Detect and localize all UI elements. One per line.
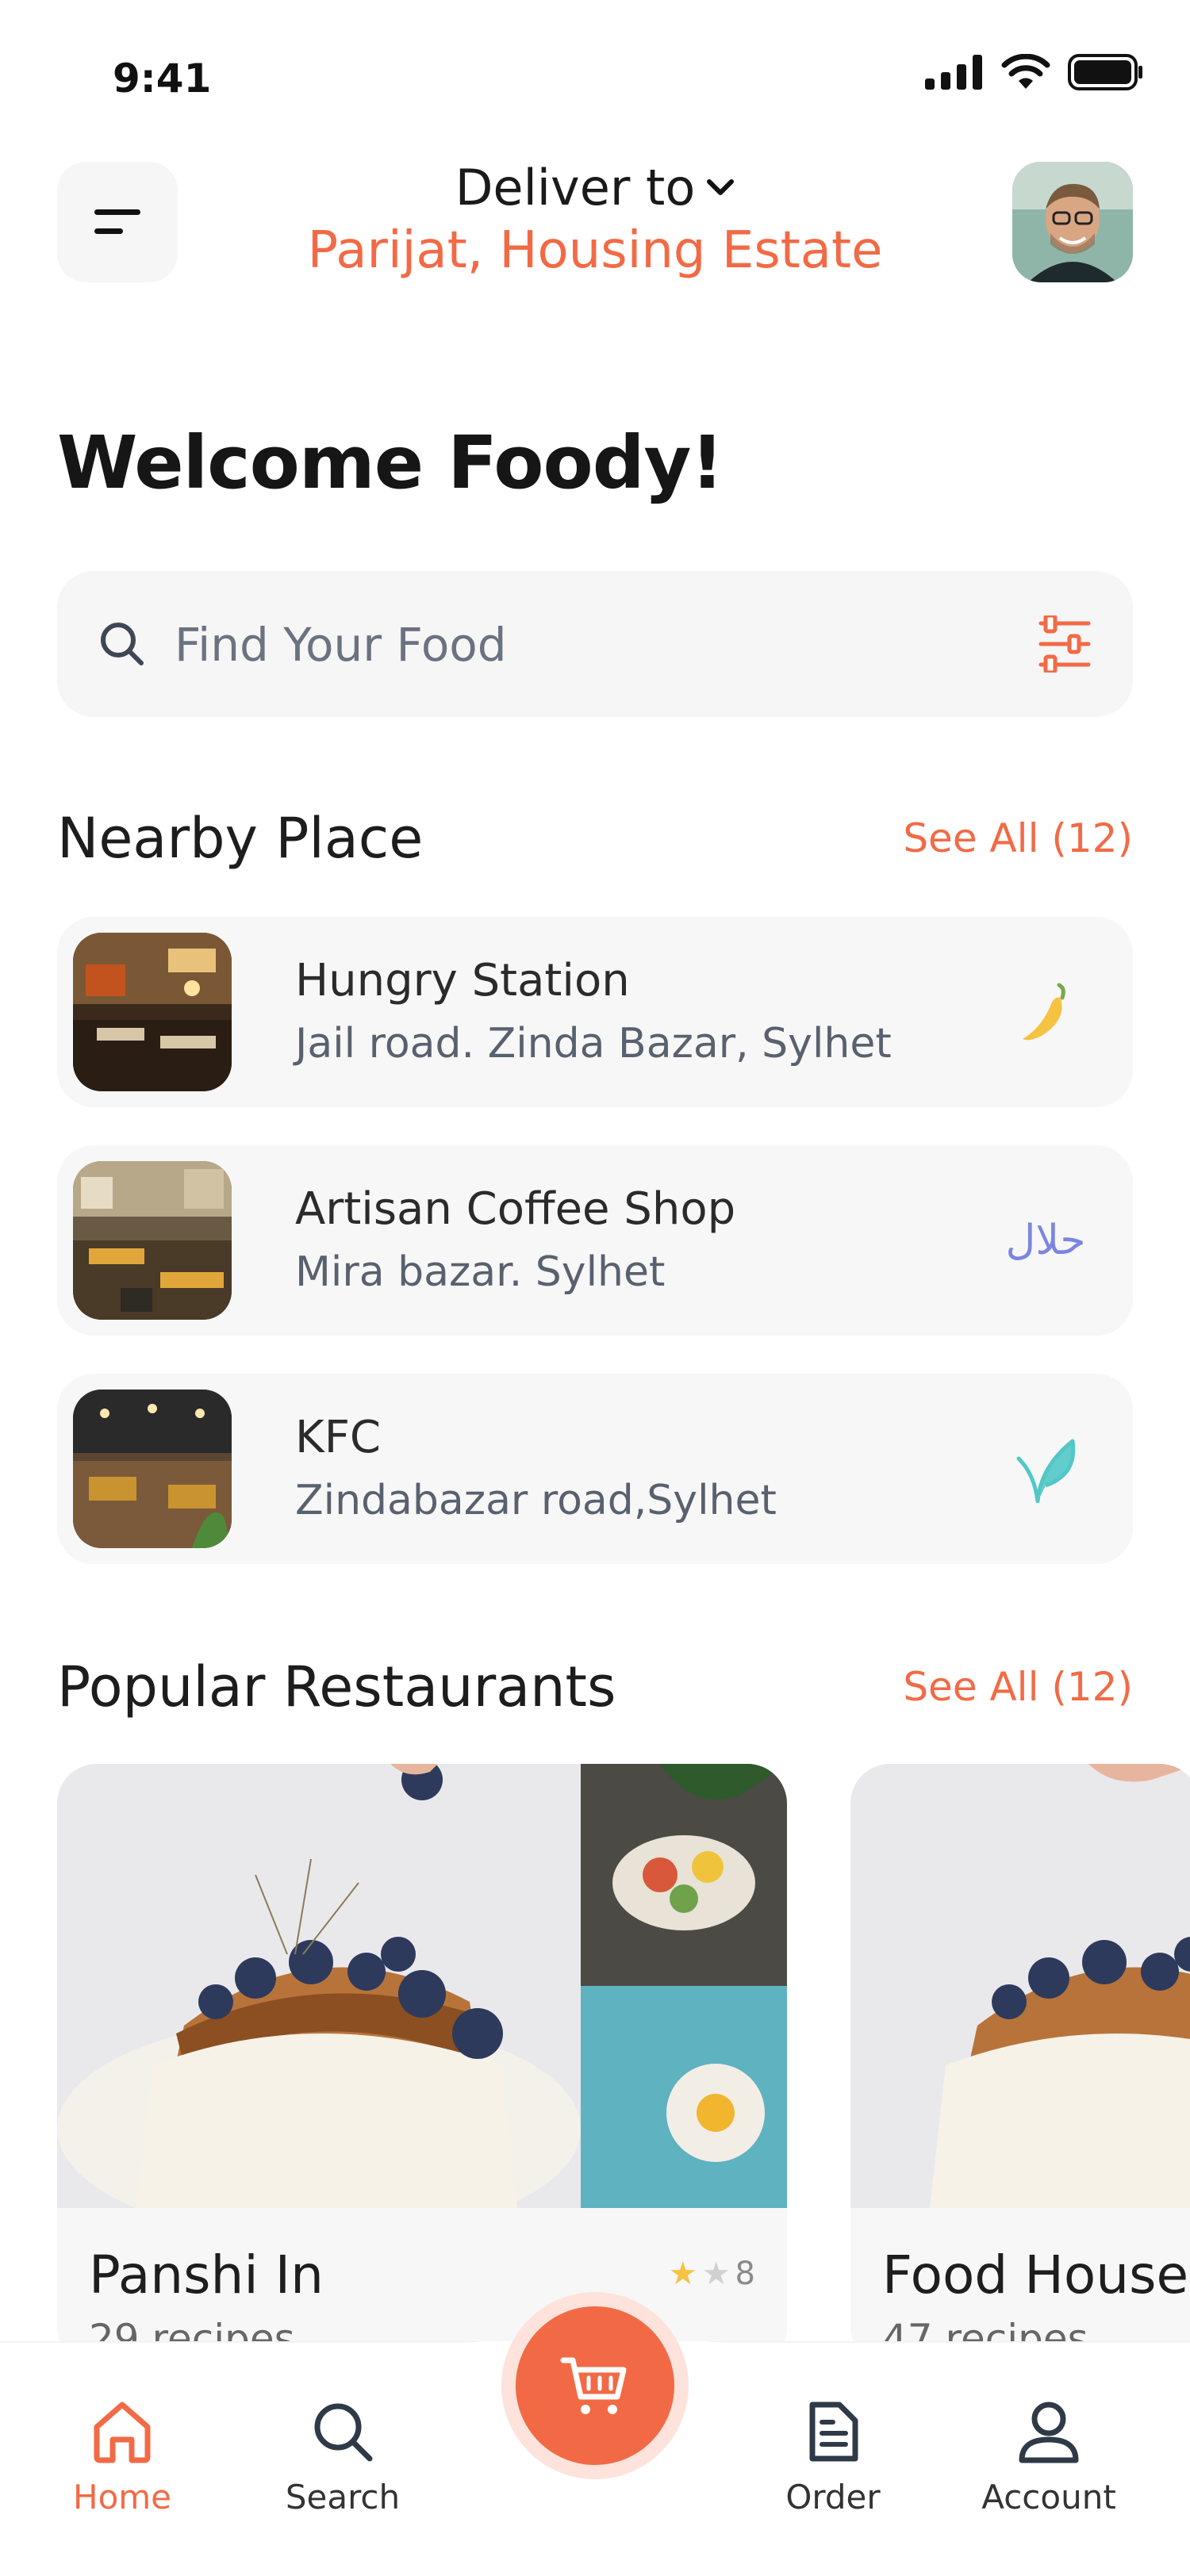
star-icon: ★ [668, 2256, 697, 2292]
star-empty-icon: ★ [701, 2256, 731, 2292]
status-bar: 9:41 [0, 0, 1190, 143]
avatar[interactable] [1012, 162, 1133, 282]
cart-button[interactable] [516, 2306, 674, 2465]
restaurant-rating: ★ ★ 8 [669, 2256, 755, 2292]
place-name: Hungry Station [295, 955, 630, 1006]
place-thumbnail [73, 933, 232, 1091]
deliver-to-label[interactable]: Deliver to [455, 159, 735, 217]
menu-icon [94, 209, 140, 234]
home-icon [94, 2402, 151, 2463]
nav-search[interactable]: Search [263, 2398, 422, 2517]
restaurant-photo [850, 1764, 1190, 2208]
restaurant-name: Panshi In [89, 2244, 324, 2306]
place-address: Jail road. Zinda Bazar, Sylhet [295, 1020, 892, 1068]
place-name: Artisan Coffee Shop [295, 1183, 736, 1235]
restaurant-photo-collage [57, 1764, 787, 2208]
restaurant-card[interactable]: Food House 47 recipes [850, 1764, 1190, 2367]
restaurant-photo [73, 1390, 232, 1548]
search-icon [101, 623, 144, 665]
welcome-title: Welcome Foody! [57, 420, 724, 505]
nav-order[interactable]: Order [754, 2398, 912, 2517]
place-card[interactable]: Artisan Coffee Shop Mira bazar. Sylhet ح… [57, 1145, 1133, 1336]
place-name: KFC [295, 1412, 382, 1463]
restaurant-name: Food House [882, 2244, 1189, 2306]
search-bar[interactable] [57, 571, 1133, 717]
search-input[interactable] [175, 601, 968, 688]
popular-section-title: Popular Restaurants [57, 1654, 616, 1719]
search-icon [314, 2403, 373, 2462]
place-card[interactable]: Hungry Station Jail road. Zinda Bazar, S… [57, 917, 1133, 1107]
leaf-icon [1006, 1429, 1085, 1508]
delivery-location[interactable]: Deliver to Parijat, Housing Estate [238, 159, 952, 280]
restaurant-photo [73, 933, 232, 1091]
battery-icon [1068, 54, 1142, 90]
filter-icon[interactable] [1038, 615, 1092, 673]
place-thumbnail [73, 1161, 232, 1320]
nav-account-label: Account [981, 2478, 1116, 2517]
place-thumbnail [73, 1390, 232, 1548]
nav-home[interactable]: Home [43, 2398, 202, 2517]
nav-account[interactable]: Account [969, 2398, 1128, 2517]
menu-button[interactable] [57, 162, 178, 282]
nav-home-label: Home [72, 2478, 172, 2517]
chili-icon [1006, 972, 1085, 1052]
place-card[interactable]: KFC Zindabazar road,Sylhet [57, 1374, 1133, 1564]
status-time: 9:41 [113, 56, 212, 102]
document-icon [809, 2402, 858, 2462]
signal-icon [925, 55, 982, 90]
nav-order-label: Order [785, 2478, 881, 2517]
place-address: Mira bazar. Sylhet [295, 1248, 666, 1296]
wifi-icon [1001, 54, 1050, 89]
restaurant-photo [73, 1161, 232, 1320]
halal-badge-text: حلال [1005, 1217, 1086, 1264]
user-icon [1019, 2402, 1079, 2463]
nav-search-label: Search [285, 2478, 401, 2517]
deliver-to-text: Deliver to [455, 159, 696, 217]
restaurant-card[interactable]: Panshi In 29 recipes ★ ★ 8 [57, 1764, 787, 2367]
nearby-section-title: Nearby Place [57, 806, 424, 871]
cart-icon [560, 2357, 627, 2414]
nearby-see-all-link[interactable]: See All (12) [903, 815, 1133, 861]
halal-icon: حلال [1005, 1201, 1086, 1280]
delivery-address: Parijat, Housing Estate [307, 221, 883, 280]
rating-count: 8 [735, 2256, 755, 2292]
status-icons [925, 52, 1144, 92]
avatar-photo [1012, 162, 1133, 282]
place-address: Zindabazar road,Sylhet [295, 1477, 777, 1524]
chevron-down-icon [707, 178, 735, 195]
popular-see-all-link[interactable]: See All (12) [903, 1664, 1133, 1710]
